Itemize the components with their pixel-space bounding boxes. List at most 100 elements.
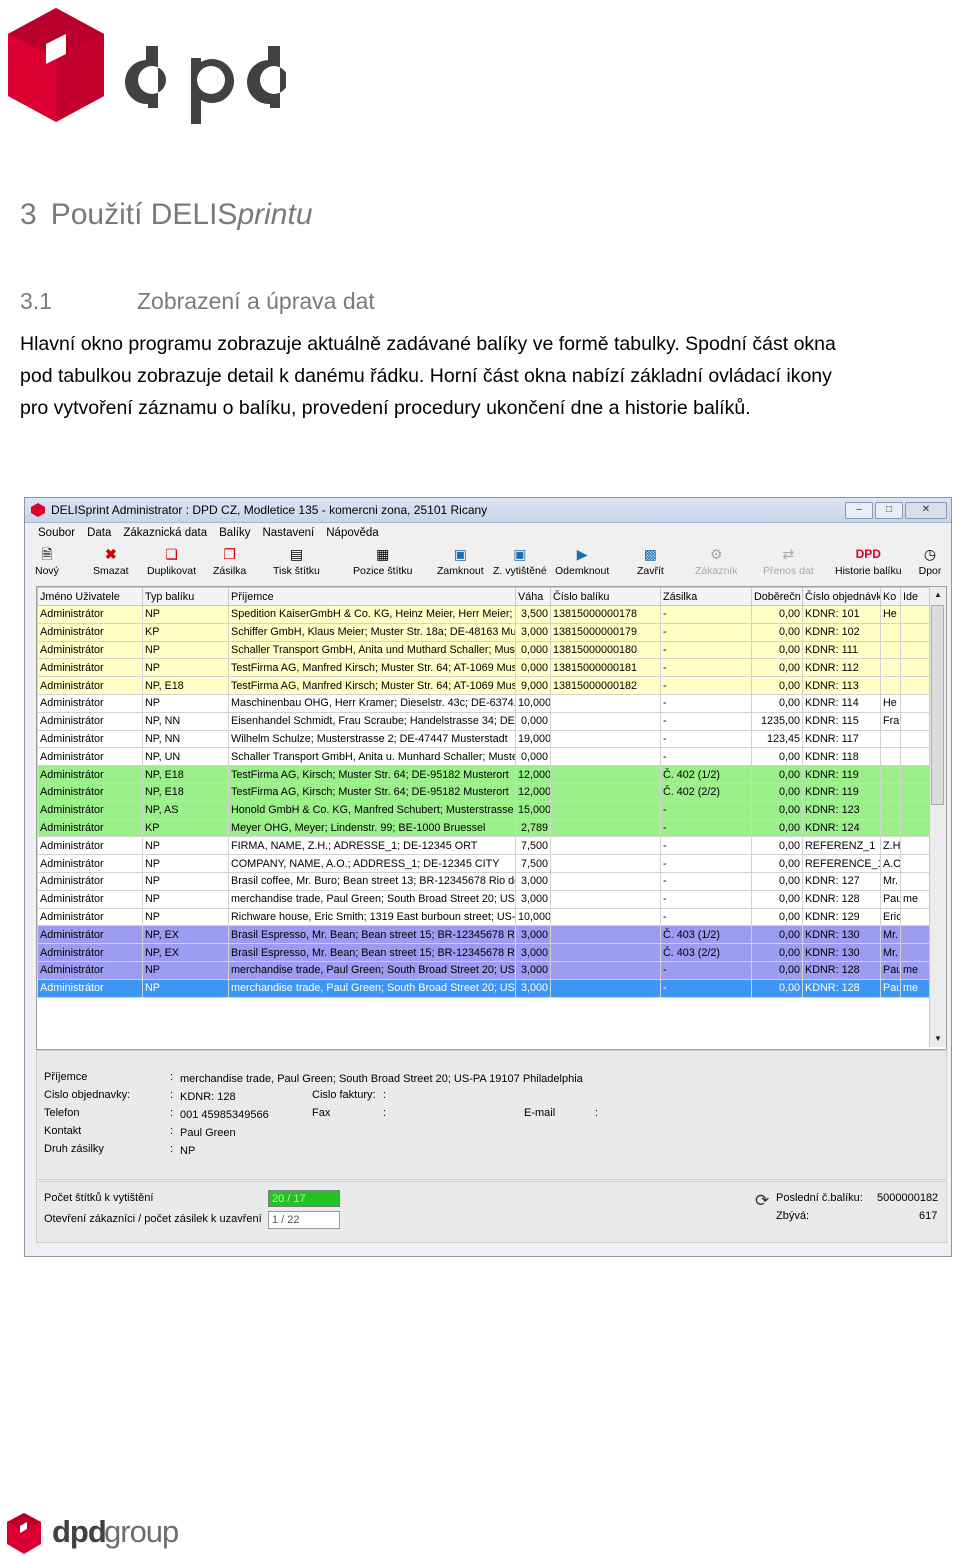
cell-weight: 3,000 <box>515 978 551 998</box>
cell-parcel-number: 13815000000178 <box>550 605 661 624</box>
col-cod[interactable]: Doběrečn <box>751 587 803 606</box>
col-shipment[interactable]: Zásilka <box>660 587 752 606</box>
cell-parcel-number <box>550 836 661 856</box>
col-parcel-type[interactable]: Typ balíku <box>142 587 229 606</box>
cell-ide <box>900 836 931 856</box>
col-recipient[interactable]: Příjemce <box>228 587 516 606</box>
clock-button[interactable]: ◷ Dpor <box>918 545 942 577</box>
cell-weight: 12,000 <box>515 765 551 784</box>
menu-soubor[interactable]: Soubor <box>38 527 75 539</box>
col-user[interactable]: Jméno Uživatele <box>37 587 143 606</box>
cell-parcel-type: NP <box>142 605 229 624</box>
data-transfer-button[interactable]: ⇄ Přenos dat <box>763 545 814 577</box>
col-ide[interactable]: Ide <box>900 587 931 606</box>
table-row[interactable]: Administrátor NP Schaller Transport GmbH, … <box>37 640 931 660</box>
table-row[interactable]: Administrátor NP, AS Honold GmbH & Co. KG,… <box>37 800 931 820</box>
parcel-history-button[interactable]: DPD Historie balíku <box>835 545 902 577</box>
cell-order-number: REFERENCE_1 <box>802 854 881 873</box>
cell-weight: 10,000 <box>515 907 551 927</box>
scroll-up-icon[interactable]: ▲ <box>930 587 946 603</box>
table-row[interactable]: Administrátor NP merchandise trade, Paul G… <box>37 978 931 998</box>
refresh-icon[interactable]: ⟳ <box>755 1191 769 1211</box>
close-day-button[interactable]: ▩ Zavřít <box>637 545 664 577</box>
minimize-button[interactable]: – <box>845 501 873 519</box>
menu-zakaznicka-data[interactable]: Zákaznická data <box>123 527 207 539</box>
unlock-button[interactable]: ▶ Odemknout <box>555 545 609 577</box>
cell-recipient: TestFirma AG, Manfred Kirsch; Muster Str… <box>228 676 516 695</box>
col-weight[interactable]: Váha <box>515 587 551 606</box>
table-row[interactable]: Administrátor NP, EX Brasil Espresso, Mr. … <box>37 943 931 962</box>
col-order-number[interactable]: Číslo objednávky <box>802 587 881 606</box>
cell-ide <box>900 747 931 767</box>
cell-weight: 3,500 <box>515 605 551 624</box>
table-row[interactable]: Administrátor NP, UN Schaller Transport Gm… <box>37 747 931 767</box>
col-parcel-number[interactable]: Číslo balíku <box>550 587 661 606</box>
cell-recipient: FIRMA, NAME, Z.H.; ADRESSE_1; DE-12345 O… <box>228 836 516 856</box>
col-ko[interactable]: Ko <box>880 587 901 606</box>
cell-parcel-type: NP, NN <box>142 711 229 731</box>
vertical-scrollbar[interactable]: ▲ ▼ <box>929 587 946 1047</box>
table-row[interactable]: Administrátor NP Spedition KaiserGmbH & Co… <box>37 605 931 624</box>
cell-cod: 0,00 <box>751 747 803 767</box>
table-row[interactable]: Administrátor NP, NN Wilhelm Schulze; Must… <box>37 729 931 749</box>
label-position-button[interactable]: ▦ Pozice štítku <box>353 545 413 577</box>
menu-data[interactable]: Data <box>87 527 111 539</box>
label-position-icon: ▦ <box>376 546 390 562</box>
cell-user: Administrátor <box>37 640 143 660</box>
recipient-label: Příjemce <box>44 1071 88 1083</box>
lock-printed-button[interactable]: ▣ Z. vytištěné <box>493 545 547 577</box>
table-row[interactable]: Administrátor NP, E18 TestFirma AG, Kirsch… <box>37 765 931 784</box>
menu-baliky[interactable]: Balíky <box>219 527 250 539</box>
cell-cod: 0,00 <box>751 889 803 909</box>
table-row[interactable]: Administrátor NP FIRMA, NAME, Z.H.; ADRESS… <box>37 836 931 856</box>
cell-ide <box>900 658 931 678</box>
table-row[interactable]: Administrátor NP, EX Brasil Espresso, Mr. … <box>37 925 931 945</box>
table-row[interactable]: Administrátor NP, E18 TestFirma AG, Kirsch… <box>37 782 931 802</box>
scroll-thumb[interactable] <box>931 605 944 805</box>
shipment-button[interactable]: ❐ Zásilka <box>213 545 246 577</box>
menu-napoveda[interactable]: Nápověda <box>326 527 378 539</box>
shipment-type-label: Druh zásilky <box>44 1143 104 1155</box>
cell-user: Administrátor <box>37 960 143 980</box>
print-label-button[interactable]: ▤ Tisk štítku <box>273 545 320 577</box>
cell-ko: Mr. <box>880 943 901 962</box>
cell-recipient: TestFirma AG, Manfred Kirsch; Muster Str… <box>228 658 516 678</box>
table-row[interactable]: Administrátor NP Richware house, Eric Smit… <box>37 907 931 927</box>
menu-nastaveni[interactable]: Nastavení <box>262 527 314 539</box>
cell-parcel-type: NP, E18 <box>142 765 229 784</box>
scroll-down-icon[interactable]: ▼ <box>930 1031 946 1047</box>
new-button[interactable]: 🗎 Nový <box>35 545 59 577</box>
maximize-button[interactable]: □ <box>875 501 903 519</box>
close-button[interactable]: ✕ <box>905 501 947 519</box>
customer-button[interactable]: ⚙ Zákazník <box>695 545 738 577</box>
cell-shipment: - <box>660 729 752 749</box>
cell-weight: 3,000 <box>515 925 551 945</box>
cell-cod: 123,45 <box>751 729 803 749</box>
table-row[interactable]: Administrátor KP Schiffer GmbH, Klaus Meie… <box>37 622 931 642</box>
cell-cod: 0,00 <box>751 836 803 856</box>
cell-parcel-number <box>550 782 661 802</box>
duplicate-button[interactable]: ❏ Duplikovat <box>147 545 196 577</box>
table-row[interactable]: Administrátor NP Maschinenbau OHG, Herr Kr… <box>37 693 931 713</box>
remaining-value: 617 <box>919 1210 938 1222</box>
table-row[interactable]: Administrátor NP COMPANY, NAME, A.O.; ADDR… <box>37 854 931 873</box>
cell-parcel-number <box>550 818 661 838</box>
cell-parcel-type: NP <box>142 836 229 856</box>
table-row[interactable]: Administrátor NP, NN Eisenhandel Schmidt, … <box>37 711 931 731</box>
table-row[interactable]: Administrátor NP merchandise trade, Paul G… <box>37 889 931 909</box>
delete-button[interactable]: ✖ Smazat <box>93 545 129 577</box>
contact-label: Kontakt <box>44 1125 82 1137</box>
table-row[interactable]: Administrátor NP, E18 TestFirma AG, Manfre… <box>37 676 931 695</box>
data-transfer-icon: ⇄ <box>782 546 795 562</box>
table-row[interactable]: Administrátor NP Brasil coffee, Mr. Buro; … <box>37 871 931 891</box>
table-row[interactable]: Administrátor KP Meyer OHG, Meyer; Lindens… <box>37 818 931 838</box>
cell-order-number: KDNR: 113 <box>802 676 881 695</box>
invoice-label: Cislo faktury: <box>312 1089 376 1101</box>
open-customers-label: Otevření zákazníci / počet zásilek k uza… <box>44 1213 262 1225</box>
lock-button[interactable]: ▣ Zamknout <box>437 545 484 577</box>
table-row[interactable]: Administrátor NP TestFirma AG, Manfred Kir… <box>37 658 931 678</box>
open-customers-value: 1 / 22 <box>268 1211 340 1229</box>
table-row[interactable]: Administrátor NP merchandise trade, Paul G… <box>37 960 931 980</box>
cell-shipment: - <box>660 622 752 642</box>
cell-order-number: KDNR: 102 <box>802 622 881 642</box>
